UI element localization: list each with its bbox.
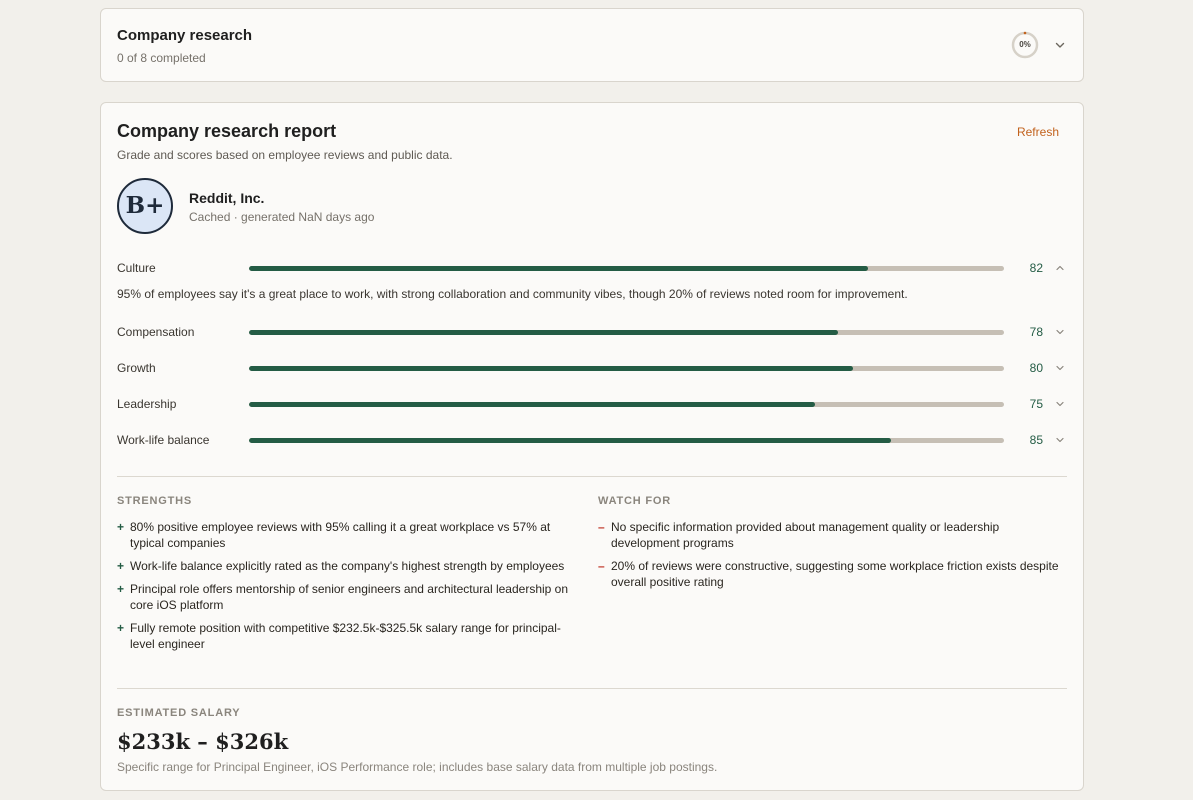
task-progress-text: 0 of 8 completed [117, 51, 206, 65]
metric-bar-compensation [249, 330, 1004, 335]
metric-label-work-life-balance[interactable]: Work-life balance [117, 433, 209, 447]
progress-percent: 0% [1019, 40, 1031, 49]
report-subtitle: Grade and scores based on employee revie… [117, 148, 453, 162]
metric-label-culture[interactable]: Culture [117, 261, 156, 275]
watch-for-list: – No specific information provided about … [598, 519, 1063, 597]
list-item: + Principal role offers mentorship of sen… [117, 582, 569, 612]
metric-label-leadership[interactable]: Leadership [117, 397, 176, 411]
section-divider [117, 688, 1067, 689]
strengths-list: +80% positive employee reviews with 95% … [117, 519, 582, 659]
list-item: –20% of reviews were constructive, sugge… [598, 559, 1059, 589]
metric-label-compensation[interactable]: Compensation [117, 325, 194, 339]
list-item: + Fully remote position with competitive … [117, 621, 561, 651]
strengths-heading: STRENGTHS [117, 495, 193, 507]
plus-icon: + [117, 621, 125, 635]
metric-score-culture: 82 [1029, 261, 1043, 275]
chevron-down-icon[interactable] [1054, 39, 1066, 51]
salary-note: Specific range for Principal Engineer, i… [117, 760, 718, 774]
minus-icon: – [598, 559, 605, 573]
metric-bar-leadership [249, 402, 1004, 407]
salary-heading: ESTIMATED SALARY [117, 707, 241, 719]
list-item: + Work-life balance explicitly rated as t… [117, 559, 565, 573]
metric-bar-growth [249, 366, 1004, 371]
company-research-report-card: Company research report Refresh Grade an… [100, 102, 1084, 791]
minus-icon: – [598, 520, 605, 534]
metric-description-culture: 95% of employees say it's a great place … [117, 287, 908, 301]
report-title: Company research report [117, 121, 337, 141]
cache-status: Cached · generated NaN days ago [189, 210, 375, 224]
chevron-down-icon[interactable] [1055, 399, 1065, 409]
metric-score-leadership: 75 [1029, 397, 1043, 411]
metric-score-work-life-balance: 85 [1029, 433, 1043, 447]
plus-icon: + [117, 520, 125, 534]
salary-range: $233k – $326k [117, 729, 289, 754]
list-item: +80% positive employee reviews with 95% … [117, 520, 551, 550]
section-divider [117, 476, 1067, 477]
chevron-up-icon[interactable] [1055, 263, 1065, 273]
refresh-button[interactable]: Refresh [1017, 125, 1059, 139]
grade-badge: B+ [117, 178, 173, 234]
list-item: – No specific information provided about … [598, 520, 1000, 550]
progress-ring: 0% [1011, 31, 1039, 59]
chevron-down-icon[interactable] [1055, 435, 1065, 445]
task-title: Company research [117, 27, 253, 44]
chevron-down-icon[interactable] [1055, 363, 1065, 373]
metric-score-compensation: 78 [1029, 325, 1043, 339]
metric-bar-culture [249, 266, 1004, 271]
metric-bar-work-life-balance [249, 438, 1004, 443]
metric-label-growth[interactable]: Growth [117, 361, 156, 375]
plus-icon: + [117, 582, 125, 596]
company-name: Reddit, Inc. [189, 190, 265, 206]
plus-icon: + [117, 559, 125, 573]
company-research-task-card[interactable]: Company research 0 of 8 completed 0% [100, 8, 1084, 82]
chevron-down-icon[interactable] [1055, 327, 1065, 337]
watch-for-heading: WATCH FOR [598, 495, 671, 507]
metric-score-growth: 80 [1029, 361, 1043, 375]
